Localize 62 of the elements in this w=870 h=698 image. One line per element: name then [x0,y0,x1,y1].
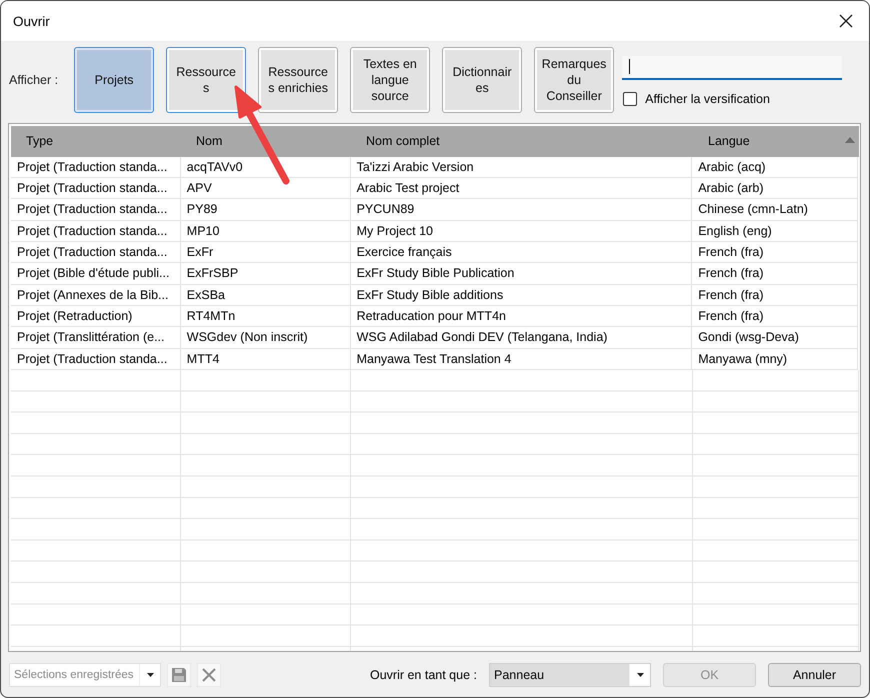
filter-button[interactable]: Textes en langue source [350,46,430,113]
table-cell: acqTAVv0 [180,156,351,178]
table-cell: Arabic (acq) [692,156,858,178]
table-cell: Projet (Traduction standa... [11,242,181,264]
filter-button[interactable]: Projets [74,46,154,113]
caret-icon [146,672,154,677]
open-as-label: Ouvrir en tant que : [370,668,477,682]
table-cell: MP10 [180,220,351,242]
table-cell: French (fra) [692,242,858,264]
checkbox[interactable] [623,92,638,106]
table-cell: Projet (Traduction standa... [11,156,181,178]
column-header-label: Nom complet [366,134,440,148]
table-cell: Projet (Translittération (e... [11,327,181,349]
table-cell: Manyawa Test Translation 4 [350,348,692,370]
table-cell: English (eng) [692,220,858,242]
filter-label: Afficher : [9,72,58,87]
table-cell: Projet (Traduction standa... [11,178,181,200]
table-cell: Arabic (arb) [692,178,858,200]
table-cell: Manyawa (mny) [692,348,858,370]
window-title: Ouvrir [13,14,50,28]
filter-button[interactable]: Dictionnair es [442,46,522,113]
table-cell: Projet (Traduction standa... [11,220,181,242]
delete-icon[interactable] [197,662,221,687]
table-cell: PY89 [180,199,351,221]
open-as-dropdown[interactable]: Panneau [489,662,651,687]
table-cell: Projet (Traduction standa... [11,348,181,370]
filter-button[interactable]: Remarques du Conseiller [534,46,614,113]
table-cell: ExFr [180,242,351,264]
table-cell: Chinese (cmn-Latn) [692,199,858,221]
filter-button[interactable]: Ressource s [166,46,246,113]
table-cell: Projet (Annexes de la Bib... [11,284,181,306]
column-header-label: Type [26,134,54,148]
checkbox-label: Afficher la versification [645,92,770,106]
table-cell: Projet (Traduction standa... [11,199,181,221]
filter-button[interactable]: Ressource s enrichies [258,46,338,113]
table-cell: MTT4 [180,348,351,370]
table-cell: Projet (Retraduction) [11,306,181,328]
table-cell: PYCUN89 [350,199,692,221]
table-cell: Retraducation pour MTT4n [350,306,692,328]
caret-icon [636,672,644,677]
table-cell: Projet (Bible d'étude publi... [11,263,181,285]
table-cell: WSG Adilabad Gondi DEV (Telangana, India) [350,327,692,349]
table-cell: RT4MTn [180,306,351,328]
table-cell: ExFr Study Bible Publication [350,263,692,285]
search-field[interactable] [622,56,842,80]
table-cell: French (fra) [692,306,858,328]
save-icon[interactable] [167,662,191,687]
table-cell: Gondi (wsg-Deva) [692,327,858,349]
table-cell: French (fra) [692,284,858,306]
table-cell: Arabic Test project [350,178,692,200]
dialog-button[interactable]: Annuler [768,662,861,687]
table-cell: My Project 10 [350,220,692,242]
column-header-label: Langue [708,134,750,148]
table-cell: ExSBa [180,284,351,306]
table-cell: ExFrSBP [180,263,351,285]
table-cell: Exercice français [350,242,692,264]
table-cell: Ta'izzi Arabic Version [350,156,692,178]
table-cell: WSGdev (Non inscrit) [180,327,351,349]
table-cell: APV [180,178,351,200]
table-cell: French (fra) [692,263,858,285]
table-cell: ExFr Study Bible additions [350,284,692,306]
column-header-label: Nom [196,134,222,148]
